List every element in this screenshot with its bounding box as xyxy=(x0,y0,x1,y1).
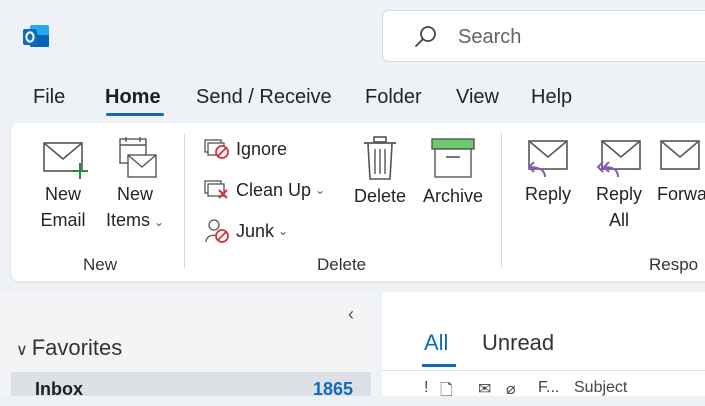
ribbon: New Email New Items ⌄ New Ignore Clean U… xyxy=(11,123,705,281)
clean-up-icon xyxy=(204,180,228,199)
junk-icon xyxy=(205,219,229,243)
forward-button[interactable]: Forwa xyxy=(657,137,705,207)
chevron-down-icon: ⌄ xyxy=(315,183,326,197)
column-importance[interactable]: ! xyxy=(424,379,428,397)
new-items-icon xyxy=(119,137,157,178)
favorites-header[interactable]: ∨ Favorites xyxy=(16,335,122,361)
column-header-row: ! 🗋 ✉ ⌀ F... Subject xyxy=(382,370,705,399)
group-label-new: New xyxy=(83,255,118,274)
attachment-icon[interactable]: ⌀ xyxy=(506,379,516,399)
inbox-label: Inbox xyxy=(35,379,83,399)
inbox-count: 1865 xyxy=(312,379,353,399)
new-email-icon xyxy=(43,142,88,179)
folder-item-inbox[interactable]: Inbox 1865 xyxy=(11,372,371,399)
reply-all-button[interactable]: Reply All xyxy=(589,137,649,233)
tab-all[interactable]: All xyxy=(424,330,448,356)
collapse-pane-button[interactable]: ‹ xyxy=(348,304,354,325)
favorites-label: Favorites xyxy=(31,335,123,360)
column-subject[interactable]: Subject xyxy=(574,379,627,397)
new-email-button[interactable]: New Email xyxy=(33,137,93,233)
archive-button[interactable]: Archive xyxy=(419,135,487,209)
tab-view[interactable]: View xyxy=(456,86,499,109)
new-items-label-2-row: Items ⌄ xyxy=(101,207,169,235)
chevron-down-icon: ⌄ xyxy=(278,224,289,238)
reply-all-label-1: Reply xyxy=(595,184,643,204)
ignore-icon xyxy=(204,139,229,159)
trash-icon xyxy=(364,136,396,180)
tab-send-receive[interactable]: Send / Receive xyxy=(196,86,332,109)
delete-button[interactable]: Delete xyxy=(351,135,409,209)
tab-help[interactable]: Help xyxy=(531,86,572,109)
group-divider xyxy=(184,133,185,268)
junk-button[interactable]: Junk ⌄ xyxy=(204,217,288,245)
junk-label: Junk xyxy=(236,220,275,241)
clean-up-button[interactable]: Clean Up ⌄ xyxy=(204,176,325,204)
new-email-label-1: New xyxy=(44,184,81,204)
archive-icon xyxy=(431,138,475,178)
chevron-down-icon: ∨ xyxy=(16,342,28,359)
forward-label: Forwa xyxy=(657,184,705,204)
forward-icon xyxy=(660,140,700,170)
clean-up-label: Clean Up xyxy=(236,179,312,200)
tab-home[interactable]: Home xyxy=(105,86,161,109)
tab-unread[interactable]: Unread xyxy=(482,330,554,356)
document-icon[interactable]: 🗋 xyxy=(440,379,453,406)
tab-file[interactable]: File xyxy=(33,86,65,109)
new-email-label-2: Email xyxy=(40,210,86,230)
reply-all-icon xyxy=(596,140,641,178)
reply-button[interactable]: Reply xyxy=(519,137,577,207)
active-filter-indicator xyxy=(422,364,456,367)
search-icon xyxy=(415,26,436,47)
tab-folder[interactable]: Folder xyxy=(365,86,422,109)
group-label-delete: Delete xyxy=(317,255,367,274)
group-divider xyxy=(501,133,502,268)
group-label-respond: Respo xyxy=(649,255,699,274)
reply-all-label-2: All xyxy=(608,210,629,230)
new-items-label-2: Items xyxy=(105,210,150,230)
reply-icon xyxy=(527,140,568,178)
envelope-icon[interactable]: ✉ xyxy=(478,379,491,399)
ignore-label: Ignore xyxy=(236,138,288,159)
search-placeholder: Search xyxy=(458,26,522,48)
active-tab-indicator xyxy=(106,113,164,116)
chevron-down-icon: ⌄ xyxy=(153,215,165,229)
delete-label: Delete xyxy=(353,186,407,206)
title-bar: Search xyxy=(0,0,705,78)
reply-label: Reply xyxy=(524,184,572,204)
new-items-label-1: New xyxy=(116,184,153,204)
ignore-button[interactable]: Ignore xyxy=(204,135,287,163)
outlook-logo-icon xyxy=(23,25,49,47)
column-from[interactable]: F... xyxy=(538,379,559,397)
new-items-button[interactable]: New Items ⌄ xyxy=(101,137,169,235)
archive-label: Archive xyxy=(422,186,484,206)
search-box[interactable]: Search xyxy=(382,10,705,62)
